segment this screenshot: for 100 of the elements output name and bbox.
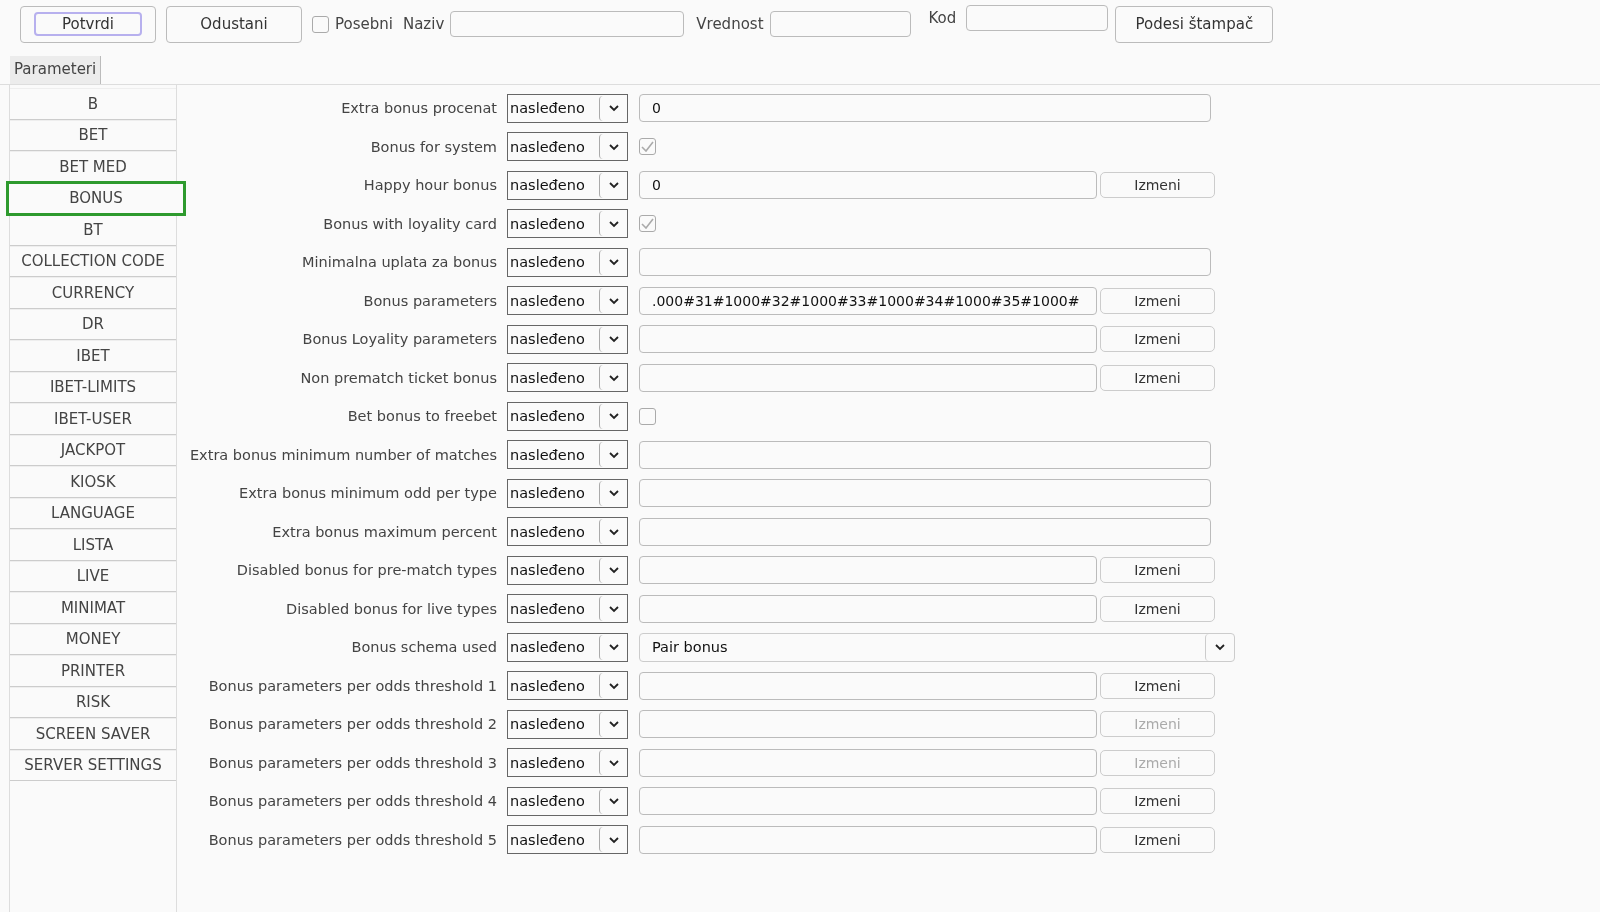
inheritance-dropdown[interactable]: nasleđeno [507,671,628,701]
chevron-down-icon [607,489,620,498]
checkbox-label: Posebni [335,15,393,33]
value-field[interactable] [639,248,1211,277]
edit-button[interactable]: Izmeni [1100,595,1215,622]
parameter-label: Non prematch ticket bonus [299,369,498,386]
inheritance-dropdown[interactable]: nasleđeno [507,632,628,662]
edit-button[interactable]: Izmeni [1100,287,1215,314]
tab[interactable]: Parameteri [10,56,102,84]
chevron-down-icon [607,450,620,459]
parameter-label: Extra bonus minimum odd per type [238,485,498,502]
value-field[interactable]: 0 [639,94,1211,123]
inheritance-dropdown[interactable]: nasleđeno [507,286,628,316]
parameter-label: Bonus parameters per odds threshold 4 [207,793,498,810]
checkbox[interactable] [639,215,656,233]
category-item[interactable]: DR [10,308,176,340]
parameter-label: Bonus parameters per odds threshold 5 [207,831,498,848]
chevron-down-icon [607,720,620,729]
category-item[interactable]: IBET [10,340,176,372]
chevron-down-icon [607,335,620,344]
value-field[interactable]: .000#31#1000#32#1000#33#1000#34#1000#35#1000# [639,286,1097,315]
field-label: Vrednost [696,15,764,33]
name-field[interactable] [450,11,685,37]
inheritance-dropdown[interactable]: nasleđeno [507,594,628,624]
edit-button[interactable]: Izmeni [1100,326,1215,353]
value-field[interactable] [639,325,1097,354]
category-item[interactable]: IBET-USER [10,403,176,435]
category-item[interactable]: IBET-LIMITS [10,371,176,403]
inheritance-dropdown[interactable]: nasleđeno [507,825,628,855]
category-item[interactable]: PRINTER [10,655,176,687]
category-item[interactable]: SCREEN SAVER [10,718,176,750]
category-item[interactable]: CURRENCY [10,277,176,309]
edit-button[interactable]: Izmeni [1100,364,1215,391]
chevron-down-icon [607,373,620,382]
chevron-down-icon [607,296,620,305]
category-item[interactable]: JACKPOT [10,434,176,466]
value-field[interactable] [639,710,1097,739]
value-field[interactable] [639,440,1211,469]
inheritance-dropdown[interactable]: nasleđeno [507,170,628,200]
value-field[interactable] [639,363,1097,392]
category-item[interactable]: BET MED [10,151,176,183]
category-item[interactable]: BET [10,119,176,151]
inheritance-dropdown[interactable]: nasleđeno [507,209,628,239]
edit-button[interactable]: Izmeni [1100,557,1215,584]
checkbox[interactable] [639,407,656,425]
chevron-down-icon [607,681,620,690]
checkbox[interactable] [639,138,656,156]
category-item[interactable]: COLLECTION CODE [10,245,176,277]
category-item[interactable]: LIVE [10,560,176,592]
category-item[interactable]: BONUS [8,182,184,214]
value-field[interactable] [639,556,1097,585]
inheritance-dropdown[interactable]: nasleđeno [507,132,628,162]
parameter-label: Extra bonus minimum number of matches [188,446,498,463]
value-field[interactable] [639,594,1097,623]
code-field[interactable] [966,5,1109,31]
printer-setup-button[interactable]: Podesi štampač [1115,5,1274,43]
inheritance-dropdown[interactable]: nasleđeno [507,555,628,585]
value-field[interactable] [639,787,1097,816]
inheritance-dropdown[interactable]: nasleđeno [507,363,628,393]
value-field[interactable] [639,479,1211,508]
category-item[interactable]: MONEY [10,623,176,655]
value-field[interactable] [639,671,1097,700]
category-item[interactable]: B [10,88,176,120]
chevron-down-icon [607,181,620,190]
parameter-label: Disabled bonus for pre-match types [235,562,498,579]
inheritance-dropdown[interactable]: nasleđeno [507,517,628,547]
chevron-down-icon [607,219,620,228]
checkbox[interactable] [312,15,329,33]
schema-dropdown[interactable]: Pair bonus [639,632,1235,662]
edit-button[interactable]: Izmeni [1100,672,1215,699]
chevron-down-icon [607,835,620,844]
inheritance-dropdown[interactable]: nasleđeno [507,93,628,123]
edit-button[interactable]: Izmeni [1100,788,1215,815]
inheritance-dropdown[interactable]: nasleđeno [507,786,628,816]
edit-button[interactable]: Izmeni [1100,172,1215,199]
value-field[interactable] [639,748,1097,777]
value-field[interactable] [639,825,1097,854]
inheritance-dropdown[interactable]: nasleđeno [507,247,628,277]
value-field[interactable] [639,517,1211,546]
chevron-down-icon [607,258,620,267]
category-item[interactable]: BT [10,214,176,246]
category-item[interactable]: RISK [10,686,176,718]
inheritance-dropdown[interactable]: nasleđeno [507,324,628,354]
confirm-button[interactable]: Potvrdi [20,5,156,43]
parameter-label: Extra bonus maximum percent [271,523,498,540]
value-field[interactable] [769,11,911,37]
category-item[interactable]: MINIMAT [10,592,176,624]
inheritance-dropdown[interactable]: nasleđeno [507,478,628,508]
inheritance-dropdown[interactable]: nasleđeno [507,440,628,470]
parameter-label: Bonus parameters per odds threshold 3 [207,754,498,771]
category-item[interactable]: LANGUAGE [10,497,176,529]
value-field[interactable]: 0 [639,171,1097,200]
parameter-label: Minimalna uplata za bonus [300,254,498,271]
chevron-down-icon [607,142,620,151]
edit-button[interactable]: Izmeni [1100,826,1215,853]
category-item[interactable]: LISTA [10,529,176,561]
cancel-button[interactable]: Odustani [166,5,302,43]
inheritance-dropdown[interactable]: nasleđeno [507,401,628,431]
category-item[interactable]: SERVER SETTINGS [10,749,176,781]
category-item[interactable]: KIOSK [10,466,176,498]
